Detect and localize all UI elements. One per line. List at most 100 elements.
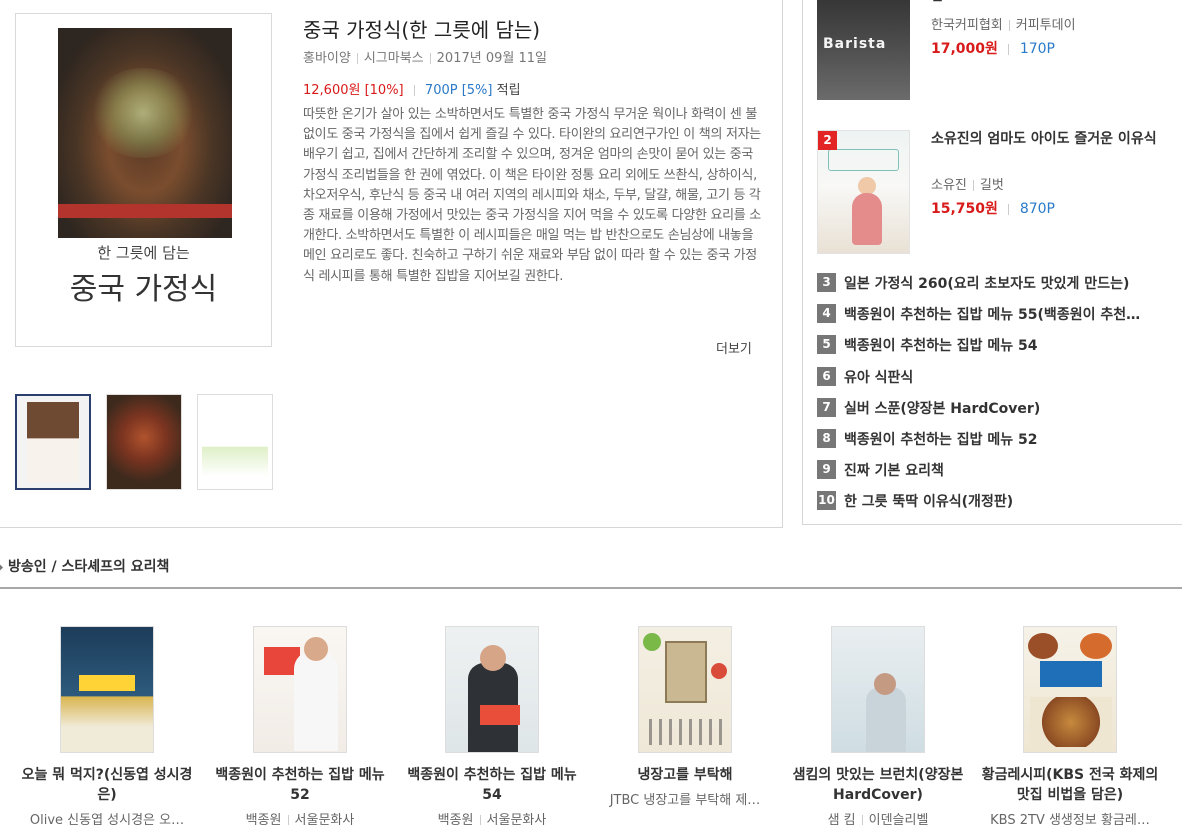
rank2-author[interactable]: 소유진	[931, 178, 967, 193]
rank2-title[interactable]: 소유진의 엄마도 아이도 즐거운 이유식	[931, 129, 1176, 149]
rank-badge: 4	[817, 304, 836, 324]
book-cover[interactable]	[831, 626, 925, 753]
book-cover[interactable]	[638, 626, 732, 753]
rank1-price: 17,000원	[931, 41, 998, 57]
rank1-author[interactable]: 한국커피협회	[931, 18, 1003, 33]
rank-badge: 3	[817, 273, 836, 292]
ranking-list-item[interactable]: 8 백종원이 추천하는 집밥 메뉴 52	[817, 426, 1177, 457]
rank-title[interactable]: 진짜 기본 요리책	[844, 460, 1174, 480]
bullet-icon	[0, 563, 4, 571]
rank1-cover[interactable]: Barista	[817, 0, 910, 100]
book-card-meta: KBS 2TV 생생정보 황금레…	[990, 813, 1150, 825]
book-card-publisher[interactable]: 서울문화사	[487, 813, 547, 825]
divider	[972, 180, 974, 191]
rank1-publisher[interactable]: 커피투데이	[1016, 18, 1076, 33]
book-price: 12,600원	[303, 83, 361, 98]
ranking-list-item[interactable]: 7 실버 스푼(양장본 HardCover)	[817, 395, 1177, 426]
book-card-author[interactable]: 샘 킴	[828, 813, 856, 825]
rank2-cover-title-box	[828, 149, 899, 171]
rank-title[interactable]: 한 그릇 뚝딱 이유식(개정판)	[844, 491, 1174, 511]
rank2-cover-person	[852, 193, 882, 245]
book-meta: 홍바이양 시그마북스 2017년 09월 11일	[303, 47, 547, 66]
divider	[287, 815, 289, 825]
rank2-publisher[interactable]: 길벗	[980, 178, 1004, 193]
rank-title[interactable]: 일본 가정식 260(요리 초보자도 맛있게 만드는)	[844, 273, 1174, 293]
book-date: 2017년 09월 11일	[436, 51, 547, 66]
book-card[interactable]: 냉장고를 부탁해 JTBC 냉장고를 부탁해 제…	[590, 626, 780, 808]
divider	[479, 815, 481, 825]
book-cover[interactable]	[445, 626, 539, 753]
thumbnail-1[interactable]	[15, 394, 91, 490]
ranking-list-item[interactable]: 5 백종원이 추천하는 집밥 메뉴 54	[817, 332, 1177, 363]
book-title[interactable]: 중국 가정식(한 그릇에 담는)	[303, 14, 540, 43]
divider	[1008, 20, 1010, 31]
cover-subtitle: 한 그릇에 담는	[97, 244, 190, 262]
book-card-meta: JTBC 냉장고를 부탁해 제…	[609, 793, 761, 808]
rank1-points: 170P	[1019, 41, 1055, 57]
book-card-title[interactable]: 백종원이 추천하는 집밥 메뉴 54	[397, 765, 587, 805]
divider	[356, 53, 358, 64]
rank2-price: 15,750원	[931, 201, 998, 217]
divider	[413, 85, 415, 96]
book-card[interactable]: 오늘 뭐 먹지?(신동엽 성시경은) Olive 신동엽 성시경은 오…	[12, 626, 202, 825]
book-author[interactable]: 홍바이양	[303, 51, 351, 66]
rank2-points: 870P	[1019, 201, 1055, 217]
divider	[1008, 43, 1010, 55]
rank2-price-line: 15,750원 870P	[931, 198, 1055, 218]
book-cover[interactable]	[60, 626, 154, 753]
more-link[interactable]: 더보기	[716, 338, 752, 357]
book-discount: [10%]	[364, 83, 404, 98]
book-card-title[interactable]: 샘킴의 맛있는 브런치(양장본 HardCover)	[783, 765, 973, 805]
ranking-list-item[interactable]: 3 일본 가정식 260(요리 초보자도 맛있게 만드는)	[817, 270, 1177, 301]
book-card-author[interactable]: 백종원	[438, 813, 474, 825]
book-card-meta: Olive 신동엽 성시경은 오…	[29, 813, 185, 825]
book-card-meta: 백종원 서울문화사	[205, 809, 395, 825]
divider	[429, 53, 431, 64]
book-card-title[interactable]: 황금레시피(KBS 전국 화제의 맛집 비법을 담은)	[975, 765, 1165, 805]
rank-title[interactable]: 유아 식판식	[844, 367, 1174, 387]
book-card-publisher[interactable]: 이덴슬리벨	[869, 813, 929, 825]
rank1-title[interactable]: 밥	[931, 0, 944, 6]
book-card-meta: 백종원 서울문화사	[397, 809, 587, 825]
book-cover[interactable]	[253, 626, 347, 753]
book-cover[interactable]	[1023, 626, 1117, 753]
ranking-list-item[interactable]: 6 유아 식판식	[817, 364, 1177, 395]
rank1-meta: 한국커피협회 커피투데이	[931, 14, 1076, 33]
rank-title[interactable]: 백종원이 추천하는 집밥 메뉴 55(백종원이 추천…	[844, 304, 1174, 324]
thumbnail-2[interactable]	[106, 394, 182, 490]
rank-badge: 5	[817, 335, 836, 355]
ranking-panel: Barista 밥 한국커피협회 커피투데이 17,000원 170P 2 소유진…	[802, 0, 1182, 525]
divider	[1008, 203, 1010, 215]
thumbnail-3[interactable]	[197, 394, 273, 490]
book-publisher[interactable]: 시그마북스	[364, 51, 424, 66]
book-card[interactable]: 황금레시피(KBS 전국 화제의 맛집 비법을 담은) KBS 2TV 생생정보…	[975, 626, 1165, 825]
book-points-label: 적립	[496, 83, 521, 98]
price-line: 12,600원 [10%] 700P [5%] 적립	[303, 79, 521, 98]
book-card-author[interactable]: 백종원	[246, 813, 282, 825]
ranking-list-item[interactable]: 4 백종원이 추천하는 집밥 메뉴 55(백종원이 추천…	[817, 301, 1177, 332]
book-card-publisher[interactable]: 서울문화사	[295, 813, 355, 825]
rank1-cover-word: Barista	[823, 36, 887, 52]
rank-title[interactable]: 백종원이 추천하는 집밥 메뉴 52	[844, 429, 1174, 449]
ranking-list-item[interactable]: 9 진짜 기본 요리책	[817, 457, 1177, 488]
rank-title[interactable]: 실버 스푼(양장본 HardCover)	[844, 398, 1174, 418]
book-points-rate: [5%]	[461, 83, 493, 98]
book-card-title[interactable]: 냉장고를 부탁해	[590, 765, 780, 785]
ranking-list: 3 일본 가정식 260(요리 초보자도 맛있게 만드는) 4 백종원이 추천하는 …	[817, 270, 1177, 520]
section-heading: 방송인 / 스타셰프의 요리책	[0, 556, 169, 576]
book-card[interactable]: 백종원이 추천하는 집밥 메뉴 52 백종원 서울문화사	[205, 626, 395, 825]
rank-badge: 7	[817, 397, 836, 417]
book-card-title[interactable]: 백종원이 추천하는 집밥 메뉴 52	[205, 765, 395, 805]
featured-cover-image[interactable]: 한 그릇에 담는 중국 가정식	[15, 13, 272, 347]
rank-title[interactable]: 백종원이 추천하는 집밥 메뉴 54	[844, 335, 1174, 355]
rank-badge: 10	[817, 491, 836, 511]
rank1-price-line: 17,000원 170P	[931, 38, 1055, 58]
ranking-list-item[interactable]: 10 한 그릇 뚝딱 이유식(개정판)	[817, 488, 1177, 519]
book-card-title[interactable]: 오늘 뭐 먹지?(신동엽 성시경은)	[12, 765, 202, 805]
book-card[interactable]: 샘킴의 맛있는 브런치(양장본 HardCover) 샘 킴 이덴슬리벨	[783, 626, 973, 825]
cover-title: 중국 가정식	[69, 272, 218, 307]
book-card[interactable]: 백종원이 추천하는 집밥 메뉴 54 백종원 서울문화사	[397, 626, 587, 825]
section-heading-text: 방송인 / 스타셰프의 요리책	[8, 559, 170, 575]
cover-red-banner	[58, 204, 232, 218]
featured-book-panel: 한 그릇에 담는 중국 가정식 중국 가정식(한 그릇에 담는) 홍바이양 시그마…	[0, 0, 783, 528]
